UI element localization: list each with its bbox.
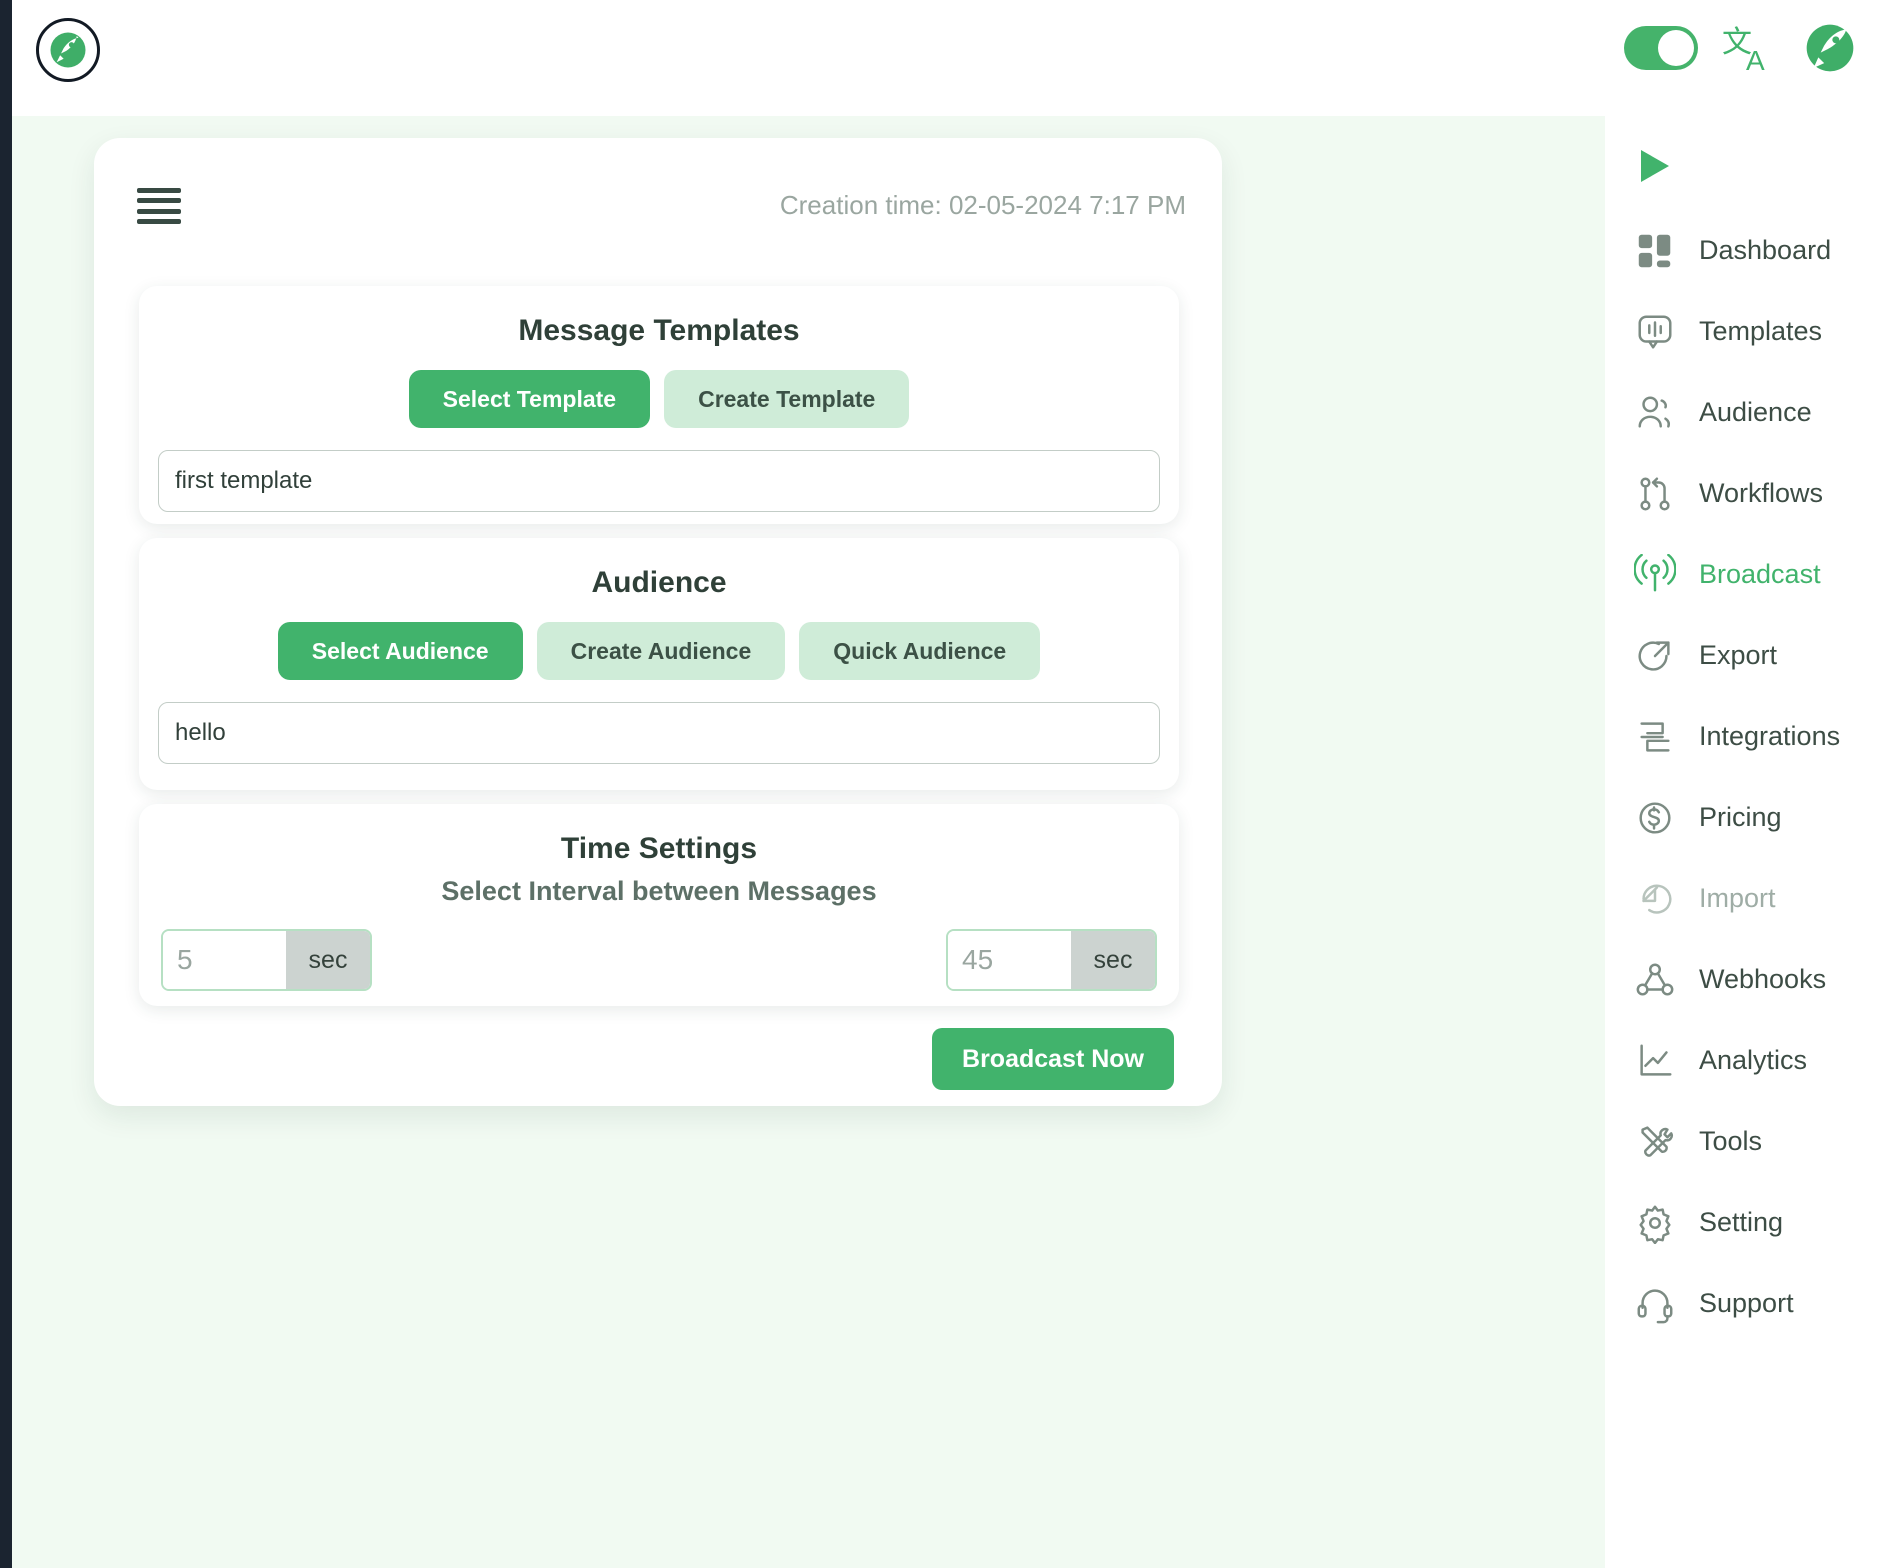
sidebar-item-label: Broadcast bbox=[1699, 559, 1821, 589]
message-templates-section: Message Templates Select Template Create… bbox=[139, 286, 1179, 524]
top-actions: 文 A bbox=[1624, 20, 1860, 76]
sidebar-item-label: Integrations bbox=[1699, 721, 1841, 751]
max-interval-unit: sec bbox=[1071, 931, 1155, 989]
hamburger-menu-icon[interactable] bbox=[137, 188, 181, 224]
sidebar-item-label: Setting bbox=[1699, 1207, 1784, 1237]
sidebar-item-webhooks[interactable]: Webhooks bbox=[1605, 939, 1894, 1020]
min-interval-input[interactable] bbox=[163, 931, 286, 989]
broadcast-panel: Creation time: 02-05-2024 7:17 PM Messag… bbox=[94, 138, 1222, 1106]
time-settings-subtitle: Select Interval between Messages bbox=[441, 876, 877, 906]
select-template-button[interactable]: Select Template bbox=[408, 370, 651, 428]
sidebar-item-integrations[interactable]: Integrations bbox=[1605, 696, 1894, 777]
setting-icon bbox=[1633, 1201, 1677, 1245]
rocket-logo-icon[interactable] bbox=[36, 18, 100, 82]
template-name-input[interactable] bbox=[158, 450, 1160, 512]
app-root: 文 A Creation time: 02-05-2024 7:17 PM Me… bbox=[0, 0, 1894, 1568]
broadcast-now-button[interactable]: Broadcast Now bbox=[932, 1028, 1174, 1090]
sidebar-item-export[interactable]: Export bbox=[1605, 615, 1894, 696]
message-templates-title: Message Templates bbox=[518, 314, 800, 347]
tools-icon bbox=[1633, 1120, 1677, 1164]
interval-row: sec sec bbox=[139, 907, 1179, 991]
templates-icon bbox=[1633, 310, 1677, 354]
play-icon[interactable] bbox=[1605, 122, 1894, 210]
audience-name-input[interactable] bbox=[158, 702, 1160, 764]
creation-time-label: Creation time: 02-05-2024 7:17 PM bbox=[779, 190, 1186, 220]
sidebar-item-pricing[interactable]: Pricing bbox=[1605, 777, 1894, 858]
sidebar-item-label: Tools bbox=[1699, 1126, 1763, 1156]
max-interval-stepper[interactable]: sec bbox=[946, 929, 1157, 991]
create-template-button[interactable]: Create Template bbox=[664, 370, 910, 428]
toggle-knob bbox=[1658, 30, 1694, 66]
audience-section: Audience Select Audience Create Audience… bbox=[139, 538, 1179, 790]
dashboard-icon bbox=[1633, 229, 1677, 273]
sidebar-item-audience[interactable]: Audience bbox=[1605, 372, 1894, 453]
sidebar-item-label: Dashboard bbox=[1699, 235, 1832, 265]
language-toggle[interactable] bbox=[1624, 26, 1698, 70]
create-audience-button[interactable]: Create Audience bbox=[536, 622, 786, 680]
template-button-row: Select Template Create Template bbox=[139, 370, 1179, 428]
audience-button-row: Select Audience Create Audience Quick Au… bbox=[139, 622, 1179, 680]
sidebar-item-templates[interactable]: Templates bbox=[1605, 291, 1894, 372]
audience-icon bbox=[1633, 391, 1677, 435]
min-interval-unit: sec bbox=[286, 931, 370, 989]
time-settings-title: Time Settings bbox=[560, 832, 758, 865]
sidebar-item-label: Support bbox=[1699, 1288, 1794, 1318]
top-bar: 文 A bbox=[12, 0, 1894, 116]
sidebar-item-dashboard[interactable]: Dashboard bbox=[1605, 210, 1894, 291]
sidebar-item-workflows[interactable]: Workflows bbox=[1605, 453, 1894, 534]
translate-icon[interactable]: 文 A bbox=[1720, 22, 1778, 74]
sidebar-item-import[interactable]: Import bbox=[1605, 858, 1894, 939]
sidebar-item-label: Templates bbox=[1699, 316, 1823, 346]
select-audience-button[interactable]: Select Audience bbox=[277, 622, 523, 680]
sidebar-nav-list: Dashboard Templates Audience Workflows Broad… bbox=[1605, 210, 1894, 1344]
sidebar-item-label: Workflows bbox=[1699, 478, 1824, 508]
audience-title: Audience bbox=[591, 566, 727, 599]
import-icon bbox=[1633, 877, 1677, 921]
panel-header: Creation time: 02-05-2024 7:17 PM bbox=[94, 138, 1222, 256]
workflows-icon bbox=[1633, 472, 1677, 516]
svg-text:A: A bbox=[1746, 45, 1765, 74]
pricing-icon bbox=[1633, 796, 1677, 840]
sidebar-item-label: Analytics bbox=[1699, 1045, 1808, 1075]
sidebar-item-support[interactable]: Support bbox=[1605, 1263, 1894, 1344]
sidebar: Dashboard Templates Audience Workflows Broad… bbox=[1605, 116, 1894, 1568]
sidebar-item-analytics[interactable]: Analytics bbox=[1605, 1020, 1894, 1101]
sidebar-item-tools[interactable]: Tools bbox=[1605, 1101, 1894, 1182]
sidebar-item-label: Export bbox=[1699, 640, 1778, 670]
time-settings-section: Time Settings Select Interval between Me… bbox=[139, 804, 1179, 1006]
broadcast-icon bbox=[1633, 553, 1677, 597]
max-interval-input[interactable] bbox=[948, 931, 1071, 989]
integrations-icon bbox=[1633, 715, 1677, 759]
quick-audience-button[interactable]: Quick Audience bbox=[799, 622, 1041, 680]
min-interval-stepper[interactable]: sec bbox=[161, 929, 372, 991]
sidebar-item-setting[interactable]: Setting bbox=[1605, 1182, 1894, 1263]
sidebar-item-label: Audience bbox=[1699, 397, 1812, 427]
analytics-icon bbox=[1633, 1039, 1677, 1083]
content-area: Creation time: 02-05-2024 7:17 PM Messag… bbox=[12, 116, 1605, 1568]
sidebar-item-label: Webhooks bbox=[1699, 964, 1827, 994]
left-edge-rail bbox=[0, 0, 12, 1568]
sidebar-item-label: Pricing bbox=[1699, 802, 1782, 832]
sidebar-item-label: Import bbox=[1699, 883, 1776, 913]
export-icon bbox=[1633, 634, 1677, 678]
rocket-icon[interactable] bbox=[1800, 20, 1860, 76]
support-icon bbox=[1633, 1282, 1677, 1326]
webhooks-icon bbox=[1633, 958, 1677, 1002]
sidebar-item-broadcast[interactable]: Broadcast bbox=[1605, 534, 1894, 615]
